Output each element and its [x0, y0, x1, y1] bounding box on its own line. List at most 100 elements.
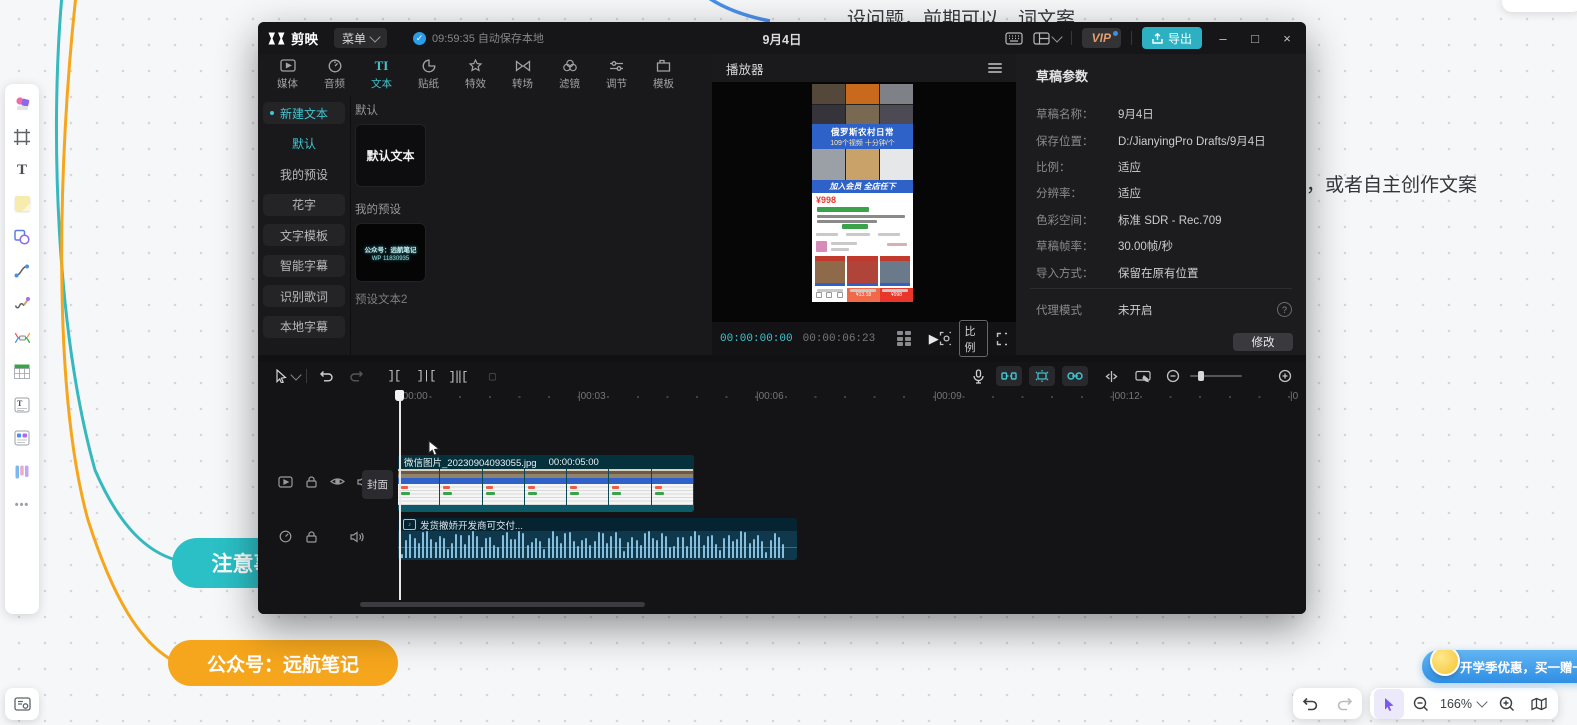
tab-transitions[interactable]: 转场 [499, 54, 546, 94]
linkage-toggle[interactable] [1062, 366, 1088, 386]
zoom-level[interactable]: 166% [1438, 697, 1474, 711]
tab-adjust[interactable]: 调节 [593, 54, 640, 94]
layout-chevron-icon [1051, 31, 1062, 42]
undo-button[interactable] [1295, 689, 1325, 719]
zoom-in-button[interactable] [1492, 689, 1522, 719]
subnav-text-templates[interactable]: 文字模板 [263, 224, 345, 246]
record-voiceover-icon[interactable] [967, 365, 989, 387]
more-tools-icon[interactable]: ••• [10, 493, 34, 517]
player-stage[interactable]: 俄罗斯农村日常 109个视频 十分钟/个 加入会员 全店任下 ¥998 [712, 82, 1016, 322]
subnav-lyrics-recognition[interactable]: 识别歌词 [263, 285, 345, 307]
connector-icon[interactable] [10, 259, 34, 283]
subnav-default[interactable]: 默认 [263, 133, 345, 155]
subnav-fancy-text[interactable]: 花字 [263, 194, 345, 216]
default-text-card[interactable]: 默认文本 [355, 124, 426, 187]
preview-axis-icon[interactable] [1100, 365, 1122, 387]
subnav-local-captions[interactable]: 本地字幕 [263, 316, 345, 338]
shapes-icon[interactable] [10, 225, 34, 249]
undo-button-timeline[interactable] [315, 365, 337, 387]
select-tool-chevron-icon[interactable] [290, 369, 301, 380]
subnav-smart-captions[interactable]: 智能字幕 [263, 255, 345, 277]
export-icon [1152, 33, 1163, 44]
mute-audio-track-icon[interactable] [347, 529, 366, 544]
frame-icon[interactable] [10, 125, 34, 149]
focus-preview-icon[interactable] [939, 331, 951, 346]
shortcut-keys-icon[interactable] [1005, 32, 1023, 45]
tab-filters[interactable]: 滤镜 [546, 54, 593, 94]
audio-speed-icon[interactable] [276, 529, 295, 544]
tab-audio[interactable]: 音频 [311, 54, 358, 94]
maximize-button[interactable]: □ [1244, 31, 1266, 46]
board-settings-button[interactable] [5, 688, 39, 720]
slider-handle[interactable] [1198, 371, 1204, 381]
tab-effects[interactable]: 特效 [452, 54, 499, 94]
section-presets-label: 我的预设 [355, 201, 401, 217]
tab-media[interactable]: 媒体 [264, 54, 311, 94]
menu-button[interactable]: 菜单 [334, 28, 387, 48]
menu-button-label: 菜单 [342, 30, 366, 47]
timeline-zoom-out-icon[interactable] [1162, 365, 1184, 387]
frame-grid-icon[interactable] [897, 331, 911, 346]
play-button[interactable]: ▶ [929, 331, 939, 347]
pointer-tool-button[interactable] [1374, 689, 1404, 719]
tab-stickers[interactable]: 贴纸 [405, 54, 452, 94]
document-icon[interactable]: T [10, 393, 34, 417]
render-preview-icon[interactable] [1132, 365, 1154, 387]
vip-badge[interactable]: VIP [1082, 28, 1121, 48]
sticky-note-icon[interactable] [10, 192, 34, 216]
tab-templates[interactable]: 模板 [640, 54, 687, 94]
fullscreen-icon[interactable] [996, 332, 1007, 346]
subnav-new-text[interactable]: 新建文本 [263, 102, 345, 124]
table-icon[interactable] [10, 359, 34, 383]
tab-text[interactable]: TI文本 [358, 54, 405, 94]
redo-button[interactable] [1330, 689, 1360, 719]
hide-track-icon[interactable] [328, 474, 347, 489]
split-right-icon[interactable]: ]‖[ [447, 365, 469, 387]
promo-text: 开学季优惠，买一赠一 [1460, 657, 1577, 676]
proxy-help-icon[interactable]: ? [1277, 302, 1292, 317]
media-panel: 媒体 音频 TI文本 贴纸 特效 转场 滤镜 调节 模板 新建文本 默认 我的预… [258, 54, 713, 355]
app-titlebar: 剪映 菜单 ✓ 09:59:35 自动保存本地 9月4日 VIP 导出 – □ [258, 22, 1306, 54]
split-icon[interactable]: ][ [383, 365, 405, 387]
lock-track-icon[interactable] [302, 474, 321, 489]
close-button[interactable]: × [1276, 31, 1298, 46]
zoom-out-button[interactable] [1406, 689, 1436, 719]
track-type-icon[interactable] [276, 474, 295, 489]
timeline-zoom-slider[interactable] [1190, 375, 1242, 377]
player-menu-icon[interactable] [988, 63, 1002, 73]
cover-button[interactable]: 封面 [362, 470, 393, 499]
param-row-colorspace: 色彩空间：标准 SDR - Rec.709 [1036, 212, 1292, 228]
main-track-magnet-toggle[interactable] [996, 366, 1022, 386]
time-ruler[interactable]: |00:00 |00:03 |00:06 |00:09 |00:12 |0 [258, 390, 1306, 405]
notes-icon[interactable] [10, 426, 34, 450]
promo-banner[interactable]: 开学季优惠，买一赠一 [1422, 650, 1577, 683]
mindmap-icon[interactable] [10, 326, 34, 350]
minimize-button[interactable]: – [1212, 31, 1234, 46]
playhead[interactable] [395, 390, 404, 600]
modify-button[interactable]: 修改 [1233, 333, 1293, 351]
audio-clip[interactable]: ♪ 发货撤娇开发商可交付... [398, 518, 797, 560]
timeline-horizontal-scrollbar[interactable] [360, 602, 645, 607]
pen-icon[interactable] [10, 292, 34, 316]
export-button[interactable]: 导出 [1142, 27, 1202, 49]
kanban-icon[interactable] [10, 460, 34, 484]
redo-button-timeline[interactable] [345, 365, 367, 387]
layout-switcher[interactable] [1033, 32, 1061, 45]
mindmap-node-account[interactable]: 公众号：远航笔记 [168, 640, 398, 686]
templates-icon[interactable] [10, 91, 34, 115]
audio-clip-label: ♪ 发货撤娇开发商可交付... [398, 518, 797, 531]
zoom-chevron-icon[interactable] [1476, 696, 1487, 707]
auto-snap-toggle[interactable] [1029, 366, 1055, 386]
current-time: 00:00:00:00 [720, 333, 793, 345]
timeline-zoom-in-icon[interactable] [1274, 365, 1296, 387]
lock-audio-track-icon[interactable] [302, 529, 321, 544]
select-tool-button[interactable] [270, 365, 292, 387]
video-clip[interactable]: 微信图片_20230904093055.jpg 00:00:05:00 [398, 455, 694, 512]
minimap-button[interactable] [1524, 689, 1554, 719]
subnav-my-presets[interactable]: 我的预设 [263, 163, 345, 185]
preset-text-card[interactable]: 公众号：远航笔记 WP 11830935 [355, 223, 426, 282]
text-tool-icon[interactable]: T [10, 158, 34, 182]
split-left-icon[interactable]: ]|[ [415, 365, 437, 387]
aspect-ratio-button[interactable]: 比例 [959, 320, 988, 357]
delete-clip-icon[interactable]: ▢ [481, 365, 503, 387]
